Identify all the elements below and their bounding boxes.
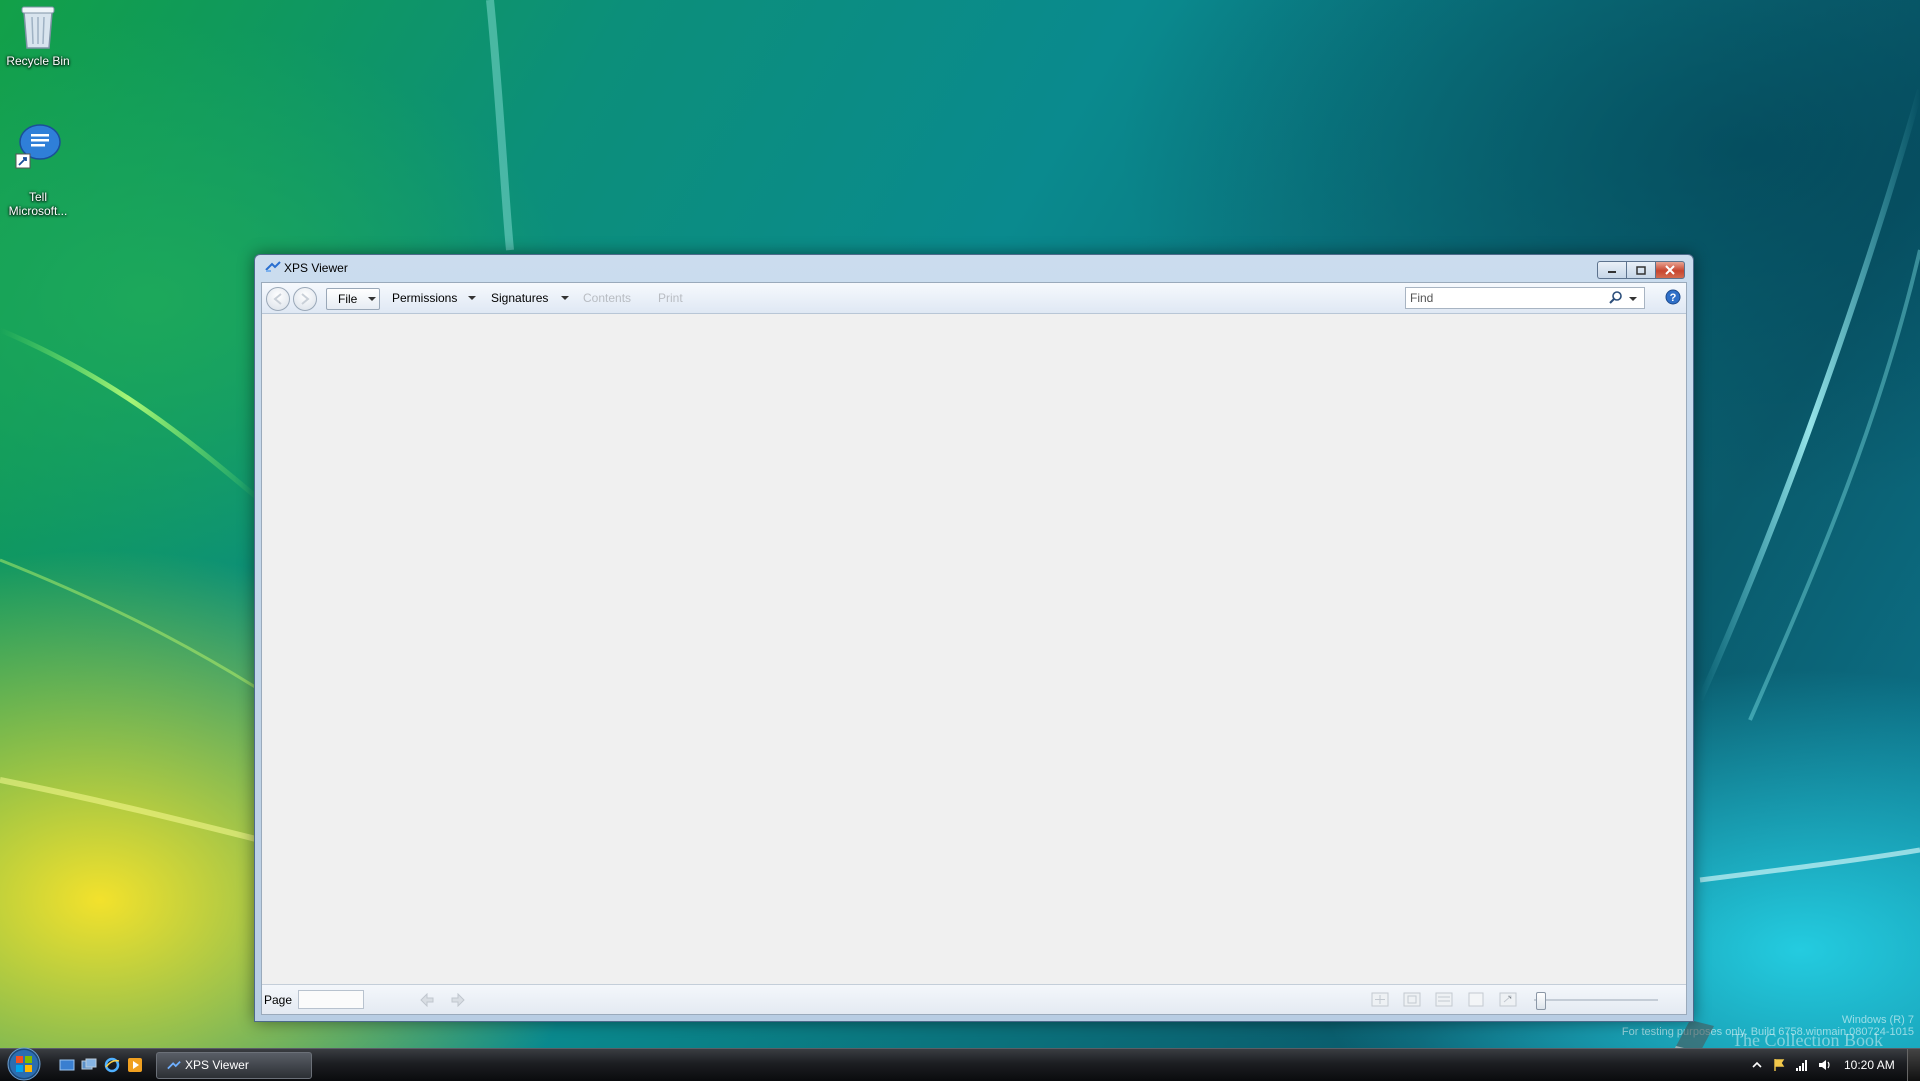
actual-size-icon[interactable] [1371, 992, 1389, 1007]
close-button[interactable] [1655, 261, 1685, 279]
find-options-chevron-down-icon[interactable] [1628, 294, 1638, 304]
desktop-icon-tell-microsoft[interactable]: Tell Microsoft... [0, 108, 76, 218]
internet-explorer-icon[interactable] [104, 1057, 120, 1073]
chevron-down-icon [468, 296, 476, 300]
network-icon[interactable] [1795, 1058, 1809, 1072]
back-button[interactable] [266, 287, 290, 311]
show-desktop-quicklaunch-icon[interactable] [59, 1057, 75, 1073]
fit-width-icon[interactable] [1435, 992, 1453, 1007]
permissions-menu[interactable]: Permissions [392, 288, 478, 308]
command-bar: File Permissions Signatures Contents Pri… [262, 283, 1686, 314]
single-page-icon[interactable] [1467, 992, 1485, 1007]
zoom-slider-thumb[interactable] [1536, 992, 1546, 1010]
client-area: File Permissions Signatures Contents Pri… [261, 282, 1687, 1015]
taskbar-button-xps-viewer[interactable]: XPS Viewer [156, 1052, 312, 1079]
close-icon [1665, 265, 1675, 275]
chevron-down-icon [368, 297, 376, 301]
signatures-menu[interactable]: Signatures [491, 288, 571, 308]
taskbar: XPS Viewer 10:20 AM [0, 1046, 1920, 1082]
desktop-icon-recycle-bin[interactable]: Recycle Bin [0, 2, 76, 68]
logo-text: The Collection Book [1732, 1030, 1883, 1048]
forward-arrow-icon [301, 293, 310, 305]
zoom-slider-track[interactable] [1534, 999, 1658, 1001]
file-menu[interactable]: File [326, 288, 380, 310]
xps-app-icon [167, 1061, 181, 1070]
status-bar: Page [262, 984, 1686, 1014]
page-number-input[interactable] [298, 990, 364, 1009]
xps-viewer-window: XPS Viewer File Permissions Signatures C… [254, 254, 1694, 1022]
taskbar-button-label: XPS Viewer [185, 1058, 249, 1072]
back-arrow-icon [273, 293, 282, 305]
chevron-down-icon [561, 296, 569, 300]
search-icon[interactable] [1608, 290, 1624, 306]
page-label: Page [264, 993, 293, 1007]
maximize-button[interactable] [1626, 261, 1655, 279]
file-menu-label: File [338, 292, 358, 306]
start-button-windows-icon[interactable] [6, 1046, 42, 1082]
fit-page-icon[interactable] [1403, 992, 1421, 1007]
minimize-icon [1608, 271, 1616, 273]
find-box [1405, 287, 1645, 309]
next-page-icon[interactable] [450, 993, 466, 1007]
book-logo-icon [1675, 1020, 1714, 1048]
print-button[interactable]: Print [658, 288, 692, 308]
maximize-icon [1636, 265, 1646, 275]
title-bar[interactable]: XPS Viewer [255, 255, 1693, 281]
switch-windows-icon[interactable] [81, 1057, 97, 1073]
recycle-bin-icon [21, 6, 55, 49]
find-input[interactable] [1406, 289, 1594, 307]
forward-button[interactable] [293, 287, 317, 311]
show-hidden-icons-chevron-up-icon[interactable] [1750, 1058, 1764, 1072]
help-icon[interactable]: ? [1665, 289, 1681, 305]
collection-book-logo: The Collection Book [1670, 1020, 1920, 1048]
system-clock[interactable]: 10:20 AM [1844, 1058, 1895, 1072]
show-desktop-button[interactable] [1907, 1049, 1920, 1081]
permissions-menu-label: Permissions [392, 291, 458, 305]
svg-text:?: ? [1670, 292, 1677, 304]
minimize-button[interactable] [1597, 261, 1626, 279]
print-button-label: Print [658, 291, 683, 305]
xps-app-icon [265, 261, 281, 272]
signatures-menu-label: Signatures [491, 291, 549, 305]
desktop-icon-label: Recycle Bin [6, 54, 70, 68]
document-view-area[interactable] [262, 314, 1686, 984]
previous-page-icon[interactable] [419, 993, 435, 1007]
media-player-icon[interactable] [127, 1057, 143, 1073]
desktop-icon-label: Tell Microsoft... [8, 190, 68, 218]
window-title: XPS Viewer [284, 261, 348, 275]
thumbnails-icon[interactable] [1499, 992, 1517, 1007]
feedback-speech-icon [15, 124, 61, 169]
contents-button[interactable]: Contents [583, 288, 637, 308]
caption-buttons [1597, 261, 1685, 279]
volume-icon[interactable] [1818, 1058, 1832, 1072]
action-center-flag-icon[interactable] [1772, 1058, 1786, 1072]
contents-button-label: Contents [583, 291, 632, 305]
